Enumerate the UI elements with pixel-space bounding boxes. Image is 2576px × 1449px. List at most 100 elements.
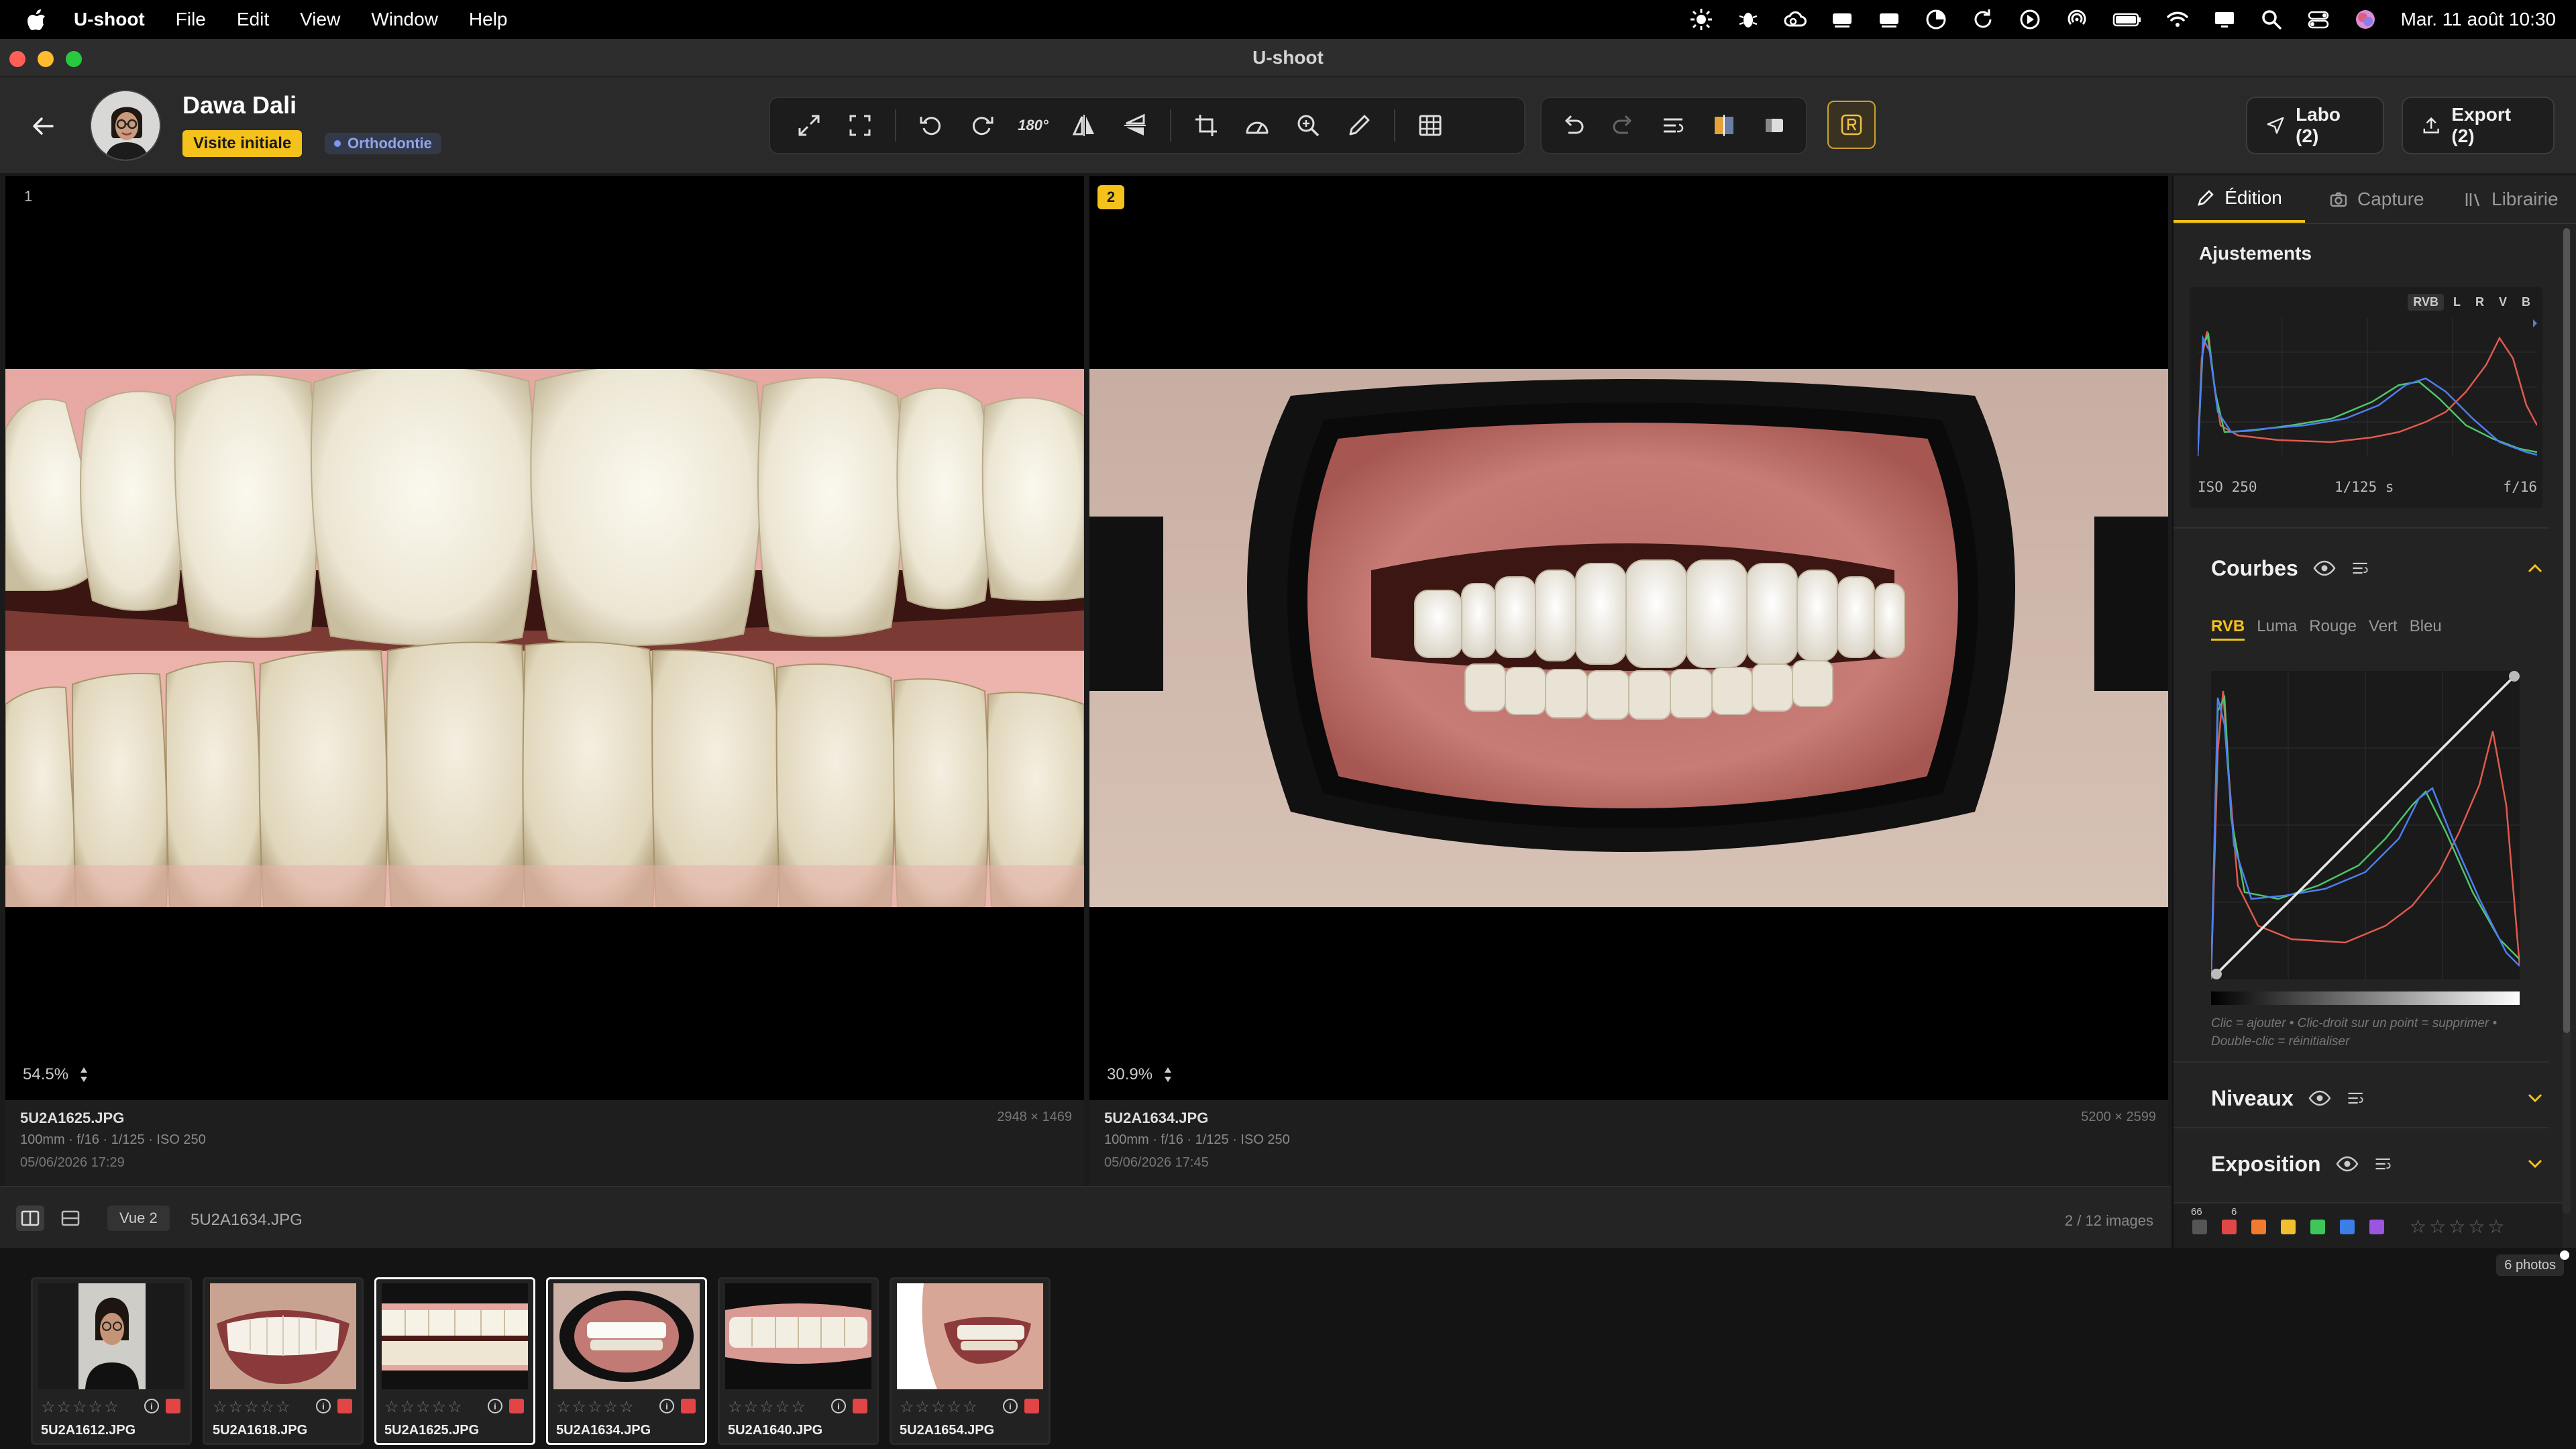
apple-icon[interactable] <box>27 8 47 31</box>
eye-icon[interactable] <box>2336 1152 2359 1175</box>
red-label-icon[interactable] <box>509 1399 524 1413</box>
menu-app-name[interactable]: U-shoot <box>74 9 145 30</box>
play-status-icon[interactable] <box>2019 8 2041 31</box>
label-blue-swatch[interactable] <box>2340 1220 2355 1234</box>
thumbnail-selected[interactable]: ☆☆☆☆☆ i 5U2A1625.JPG <box>374 1277 535 1445</box>
exposure-header[interactable]: Exposition <box>2211 1147 2546 1181</box>
labo-button[interactable]: Labo (2) <box>2246 97 2384 154</box>
scrollbar-thumb[interactable] <box>2563 228 2570 1033</box>
label-green-swatch[interactable] <box>2310 1220 2325 1234</box>
menu-file[interactable]: File <box>176 9 206 30</box>
thumbnail[interactable]: ☆☆☆☆☆ i 5U2A1612.JPG <box>31 1277 192 1445</box>
chevron-down-icon[interactable] <box>2524 1087 2546 1110</box>
specialty-badge[interactable]: Orthodontie <box>325 133 441 154</box>
spotlight-icon[interactable] <box>2260 8 2283 31</box>
hist-channel-v[interactable]: V <box>2493 294 2512 311</box>
info-icon[interactable]: i <box>144 1399 159 1413</box>
levels-header[interactable]: Niveaux <box>2211 1081 2546 1115</box>
flip-horizontal-button[interactable] <box>1059 104 1110 147</box>
zoom-button[interactable] <box>1283 104 1334 147</box>
menubar-clock[interactable]: Mar. 11 août 10:30 <box>2401 9 2556 30</box>
tab-capture[interactable]: Capture <box>2329 176 2424 223</box>
view-chip[interactable]: Vue 2 <box>107 1205 170 1231</box>
label-all-swatch[interactable] <box>2192 1220 2207 1234</box>
image-viewer-1[interactable]: 1 54.5% <box>5 176 1084 1100</box>
curves-editor[interactable] <box>2211 671 2520 979</box>
info-icon[interactable]: i <box>831 1399 846 1413</box>
tab-librairie[interactable]: Librairie <box>2463 176 2559 223</box>
sun-status-icon[interactable] <box>1690 8 1713 31</box>
red-label-icon[interactable] <box>337 1399 352 1413</box>
red-label-icon[interactable] <box>1024 1399 1039 1413</box>
retractor-smile-photo[interactable] <box>1089 369 2168 907</box>
hist-channel-r[interactable]: R <box>2470 294 2489 311</box>
preset-list-icon[interactable] <box>2373 1154 2394 1174</box>
thumbnail[interactable]: ☆☆☆☆☆ i 5U2A1640.JPG <box>718 1277 879 1445</box>
siri-icon[interactable] <box>2354 8 2377 31</box>
compare-button[interactable] <box>1699 104 1749 147</box>
teeth-closeup-photo[interactable] <box>5 369 1084 907</box>
creative-cloud-icon[interactable] <box>1784 8 1807 31</box>
rotate-180-button[interactable]: 180° <box>1008 104 1059 147</box>
visit-badge[interactable]: Visite initiale <box>182 130 303 157</box>
chevron-up-icon[interactable] <box>2524 557 2546 580</box>
bug-status-icon[interactable] <box>1737 8 1760 31</box>
display-status-icon[interactable] <box>2213 8 2236 31</box>
presets-button[interactable] <box>1649 104 1699 147</box>
tab-edition[interactable]: Édition <box>2174 176 2305 223</box>
curve-channel-vert[interactable]: Vert <box>2369 617 2398 641</box>
hist-channel-b[interactable]: B <box>2516 294 2536 311</box>
pie-status-icon[interactable] <box>1925 8 1947 31</box>
info-icon[interactable]: i <box>316 1399 331 1413</box>
menu-help[interactable]: Help <box>469 9 508 30</box>
layout-side-by-side-button[interactable] <box>16 1205 44 1231</box>
rating-stars[interactable]: ☆☆☆☆☆ <box>41 1397 120 1417</box>
red-label-icon[interactable] <box>166 1399 180 1413</box>
layout-stacked-button[interactable] <box>56 1205 85 1231</box>
preset-list-icon[interactable] <box>2346 1088 2366 1108</box>
fit-screen-button[interactable] <box>835 104 885 147</box>
stepper-icon[interactable] <box>79 1066 89 1083</box>
panel-scrollbar[interactable] <box>2563 228 2571 1214</box>
label-purple-swatch[interactable] <box>2369 1220 2384 1234</box>
curve-channel-rvb[interactable]: RVB <box>2211 617 2245 641</box>
rating-stars[interactable]: ☆☆☆☆☆ <box>900 1397 979 1417</box>
menu-view[interactable]: View <box>300 9 340 30</box>
image-viewer-2[interactable]: 2 30.9% <box>1089 176 2168 1100</box>
menu-window[interactable]: Window <box>371 9 438 30</box>
undo-button[interactable] <box>1548 104 1599 147</box>
rotate-right-button[interactable] <box>957 104 1008 147</box>
raw-mode-button[interactable] <box>1827 101 1876 149</box>
drive-2-icon[interactable] <box>1878 8 1900 31</box>
info-icon[interactable]: i <box>659 1399 674 1413</box>
label-yellow-swatch[interactable] <box>2281 1220 2296 1234</box>
hist-channel-rvb[interactable]: RVB <box>2408 294 2444 311</box>
toggle-original-button[interactable] <box>1749 104 1799 147</box>
rating-stars[interactable]: ☆☆☆☆☆ <box>728 1397 807 1417</box>
redo-button[interactable] <box>1599 104 1649 147</box>
curve-channel-bleu[interactable]: Bleu <box>2410 617 2442 641</box>
patient-avatar[interactable] <box>90 90 161 161</box>
preset-list-icon[interactable] <box>2351 558 2371 578</box>
curves-header[interactable]: Courbes <box>2211 551 2546 585</box>
zoom-control-1[interactable]: 54.5% <box>23 1065 89 1084</box>
thumbnail-selected[interactable]: ☆☆☆☆☆ i 5U2A1634.JPG <box>546 1277 707 1445</box>
straighten-button[interactable] <box>1232 104 1283 147</box>
hist-channel-l[interactable]: L <box>2448 294 2466 311</box>
eye-icon[interactable] <box>2308 1087 2331 1110</box>
curve-channel-rouge[interactable]: Rouge <box>2309 617 2357 641</box>
rating-stars[interactable]: ☆☆☆☆☆ <box>556 1397 635 1417</box>
flip-vertical-button[interactable] <box>1110 104 1161 147</box>
red-label-icon[interactable] <box>853 1399 867 1413</box>
crop-button[interactable] <box>1181 104 1232 147</box>
eye-icon[interactable] <box>2313 557 2336 580</box>
draw-button[interactable] <box>1334 104 1385 147</box>
sync-icon[interactable] <box>1972 8 1994 31</box>
rating-stars[interactable]: ☆☆☆☆☆ <box>384 1397 464 1417</box>
wifi-icon[interactable] <box>2166 8 2189 31</box>
drive-icon[interactable] <box>1831 8 1854 31</box>
rating-stars[interactable]: ☆☆☆☆☆ <box>213 1397 292 1417</box>
label-orange-swatch[interactable] <box>2251 1220 2266 1234</box>
thumbnail[interactable]: ☆☆☆☆☆ i 5U2A1618.JPG <box>203 1277 364 1445</box>
rotate-left-button[interactable] <box>906 104 957 147</box>
